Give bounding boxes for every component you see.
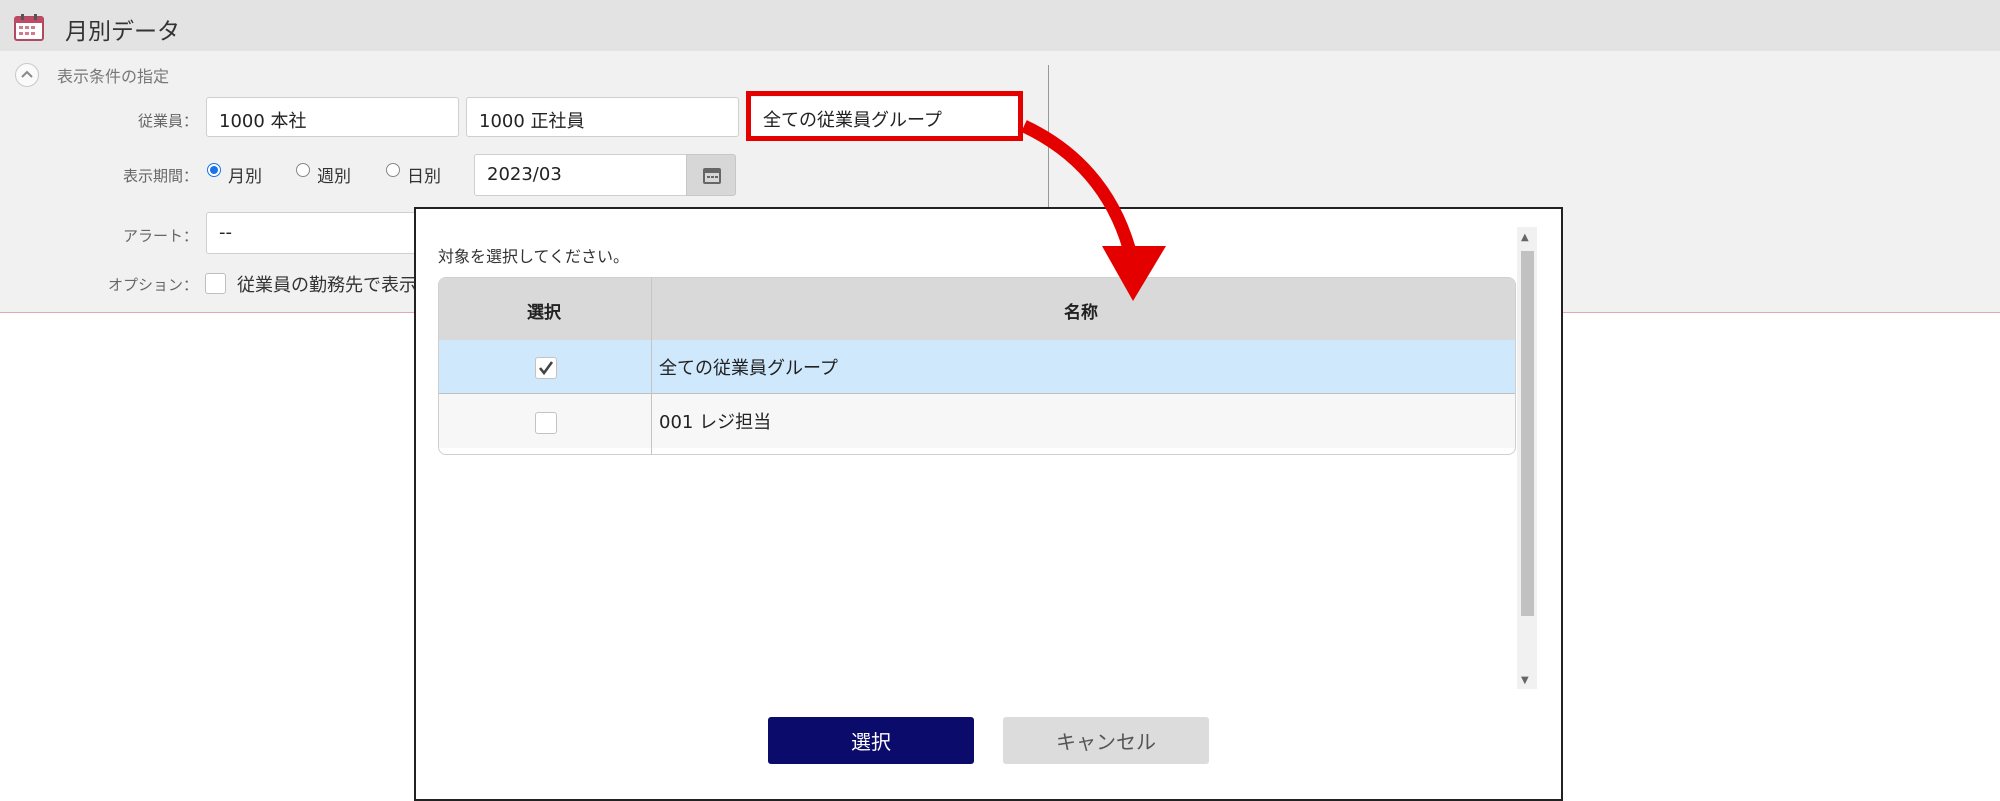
employee-company-field[interactable]: 1000 本社	[206, 97, 459, 137]
table-row[interactable]: 全ての従業員グループ	[439, 340, 1515, 394]
highlight-frame	[746, 91, 1023, 141]
row-name: 全ての従業員グループ	[659, 358, 838, 379]
alert-label: アラート：	[122, 227, 198, 245]
period-weekly-label: 週別	[317, 167, 351, 187]
employee-type-field[interactable]: 1000 正社員	[466, 97, 739, 137]
table-row[interactable]: 001 レジ担当	[439, 394, 1515, 448]
cancel-button[interactable]: キャンセル	[1003, 717, 1209, 764]
row-checkbox[interactable]	[535, 357, 557, 379]
period-weekly-radio[interactable]	[296, 163, 310, 177]
date-picker-button[interactable]	[686, 154, 736, 196]
period-monthly-label: 月別	[228, 167, 262, 187]
column-separator	[651, 278, 652, 454]
row-checkbox[interactable]	[535, 412, 557, 434]
page-title: 月別データ	[65, 19, 180, 45]
column-header-select[interactable]: 選択	[527, 298, 561, 323]
scroll-thumb[interactable]	[1521, 251, 1534, 616]
calendar-small-icon	[703, 168, 721, 184]
calendar-icon	[14, 14, 44, 41]
dialog-scrollbar[interactable]: ▲ ▼	[1517, 227, 1537, 689]
select-button[interactable]: 選択	[768, 717, 974, 764]
dialog-prompt: 対象を選択してください。	[438, 247, 630, 266]
alert-select[interactable]: --	[206, 212, 436, 254]
selection-dialog: 対象を選択してください。 選択 名称 全ての従業員グループ 001 レジ担当 ▲…	[414, 207, 1563, 801]
collapse-toggle-button[interactable]	[15, 63, 39, 87]
scroll-up-icon[interactable]: ▲	[1521, 233, 1529, 243]
period-label: 表示期間：	[122, 167, 198, 185]
period-daily-label: 日別	[407, 167, 441, 187]
period-monthly-radio[interactable]	[207, 163, 221, 177]
checkmark-icon	[538, 361, 554, 376]
callout-arrow-icon	[1021, 120, 1166, 301]
filter-section-label: 表示条件の指定	[57, 67, 170, 86]
row-name: 001 レジ担当	[659, 412, 772, 433]
date-field[interactable]: 2023/03	[474, 154, 687, 196]
period-daily-radio[interactable]	[386, 163, 400, 177]
option-checkbox[interactable]	[205, 273, 226, 294]
chevron-up-icon	[21, 70, 33, 78]
option-text: 従業員の勤務先で表示	[237, 275, 417, 296]
selection-grid: 選択 名称 全ての従業員グループ 001 レジ担当	[438, 277, 1516, 455]
option-label: オプション：	[107, 276, 198, 294]
employee-label: 従業員：	[137, 112, 198, 130]
title-bar: 月別データ	[0, 0, 2000, 51]
grid-header: 選択 名称	[439, 278, 1515, 341]
scroll-down-icon[interactable]: ▼	[1521, 676, 1529, 686]
